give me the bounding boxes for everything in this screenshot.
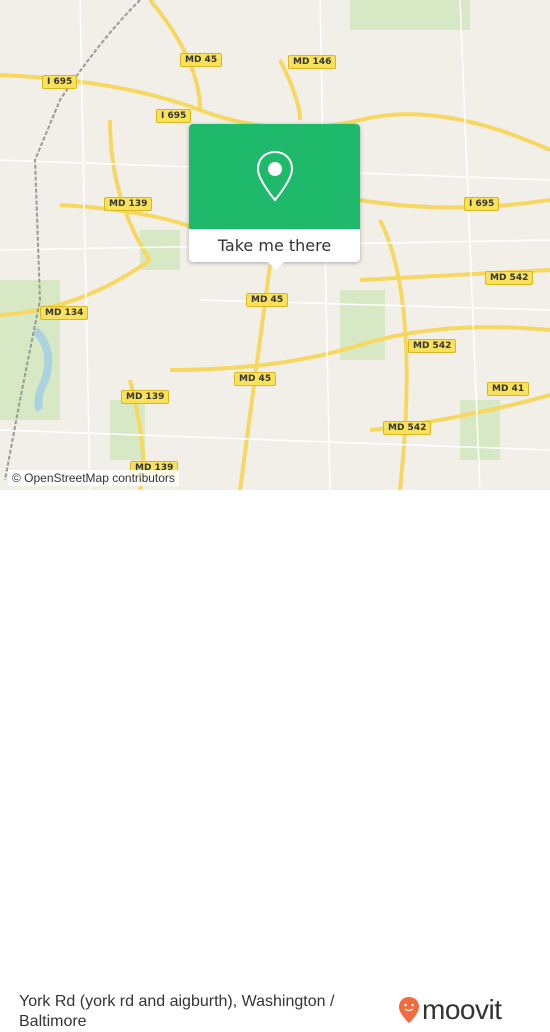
road-label: I 695: [42, 75, 78, 89]
location-title: York Rd (york rd and aigburth), Washingt…: [19, 993, 335, 1030]
road-label: I 695: [156, 109, 192, 123]
map-pin-icon: [256, 150, 293, 202]
moovit-logo[interactable]: moovit: [398, 994, 502, 1026]
road-label: MD 134: [40, 306, 89, 320]
road-label: MD 45: [180, 53, 223, 67]
road-label: MD 542: [383, 421, 432, 435]
road-label: MD 45: [234, 372, 277, 386]
take-me-there-button[interactable]: Take me there: [189, 229, 360, 262]
road-label: MD 542: [485, 271, 534, 285]
popup-header: [189, 124, 360, 229]
road-label: MD 139: [121, 390, 170, 404]
moovit-logo-text: moovit: [422, 994, 502, 1025]
road-label: I 695: [464, 197, 500, 211]
moovit-pin-icon: [399, 997, 419, 1023]
map-attribution[interactable]: © OpenStreetMap contributors: [8, 470, 179, 486]
destination-popup: Take me there: [189, 124, 360, 262]
road-label: MD 45: [246, 293, 289, 307]
road-label: MD 41: [487, 382, 530, 396]
popup-pointer: [267, 261, 285, 270]
road-label: MD 542: [408, 339, 457, 353]
footer: York Rd (york rd and aigburth), Washingt…: [0, 490, 550, 1030]
road-label: MD 146: [288, 55, 337, 69]
road-label: MD 139: [104, 197, 153, 211]
